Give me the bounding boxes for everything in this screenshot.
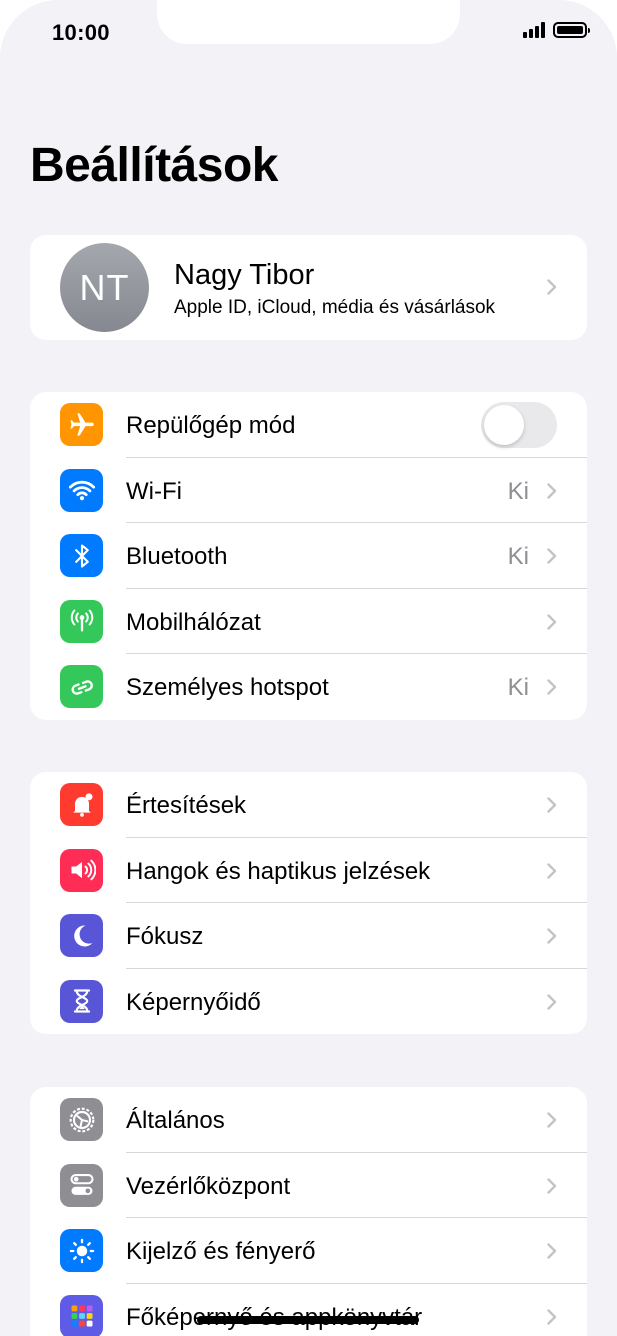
settings-row-label: Mobilhálózat: [126, 608, 261, 636]
settings-row-control-center[interactable]: Vezérlőközpont: [30, 1153, 587, 1219]
settings-row-label: Vezérlőközpont: [126, 1172, 291, 1200]
hourglass-icon: [60, 979, 103, 1023]
apple-id-profile-row[interactable]: NT Nagy Tibor Apple ID, iCloud, média és…: [30, 235, 587, 340]
device-notch: [157, 0, 460, 44]
chevron-right-icon: [547, 614, 557, 630]
airplane-mode-toggle[interactable]: [481, 402, 557, 448]
settings-row-label: Értesítések: [126, 792, 247, 819]
settings-screen: 10:00 Beállítások NT Nagy Tibor Apple ID…: [0, 0, 617, 1336]
settings-row-home-screen-app-library[interactable]: Főképernyő és appkönyvtár: [30, 1284, 587, 1336]
notifications-group: Értesítések Hangok és haptikus jelzések …: [30, 772, 587, 1034]
settings-row-general[interactable]: Általános: [30, 1087, 587, 1153]
gear-icon: [60, 1098, 103, 1141]
chevron-right-icon: [547, 679, 557, 696]
connectivity-group: Repülőgép mód Wi-Fi Ki Bluetooth Ki Mobi…: [30, 392, 587, 720]
settings-row-label: Wi-Fi: [126, 477, 182, 505]
chevron-right-icon: [547, 1112, 557, 1128]
settings-row-value: Ki: [507, 674, 529, 702]
settings-row-label: Személyes hotspot: [126, 674, 329, 702]
speaker-icon: [60, 848, 103, 892]
settings-row-label: Képernyőidő: [126, 988, 261, 1016]
chevron-right-icon: [547, 928, 557, 944]
moon-icon: [60, 914, 103, 958]
settings-row-focus[interactable]: Fókusz: [30, 903, 587, 969]
sun-icon: [60, 1229, 103, 1273]
settings-row-wifi[interactable]: Wi-Fi Ki: [30, 458, 587, 524]
bluetooth-icon: [60, 534, 103, 578]
app-grid-icon: [60, 1294, 103, 1336]
profile-subtitle: Apple ID, iCloud, média és vásárlások: [174, 297, 496, 318]
avatar: NT: [60, 243, 149, 332]
bell-icon: [60, 783, 103, 826]
settings-row-value: Ki: [507, 477, 529, 505]
home-indicator[interactable]: [197, 1316, 419, 1324]
settings-row-label: Kijelző és fényerő: [126, 1238, 316, 1266]
settings-row-airplane-mode[interactable]: Repülőgép mód: [30, 392, 587, 458]
airplane-icon: [60, 403, 103, 446]
chevron-right-icon: [547, 994, 557, 1010]
chevron-right-icon: [547, 279, 557, 295]
chevron-right-icon: [547, 862, 557, 879]
chevron-right-icon: [547, 1243, 557, 1259]
settings-row-notifications[interactable]: Értesítések: [30, 772, 587, 838]
settings-row-label: Repülőgép mód: [126, 412, 296, 439]
settings-row-label: Fókusz: [126, 923, 204, 951]
general-group: Általános Vezérlőközpont Kijelző és fény…: [30, 1087, 587, 1336]
settings-row-label: Általános: [126, 1107, 225, 1134]
chevron-right-icon: [547, 1309, 557, 1325]
settings-row-display-brightness[interactable]: Kijelző és fényerő: [30, 1218, 587, 1284]
chevron-right-icon: [547, 548, 557, 564]
settings-row-bluetooth[interactable]: Bluetooth Ki: [30, 523, 587, 589]
settings-row-personal-hotspot[interactable]: Személyes hotspot Ki: [30, 654, 587, 720]
settings-row-value: Ki: [507, 543, 529, 571]
chevron-right-icon: [547, 797, 557, 813]
cellular-signal-icon: [523, 22, 545, 38]
settings-row-cellular[interactable]: Mobilhálózat: [30, 589, 587, 655]
wifi-icon: [60, 468, 103, 512]
status-time: 10:00: [52, 20, 110, 45]
switches-icon: [60, 1163, 103, 1207]
settings-row-screen-time[interactable]: Képernyőidő: [30, 969, 587, 1034]
settings-row-label: Hangok és haptikus jelzések: [126, 857, 431, 885]
status-icons: [523, 22, 590, 38]
settings-row-label: Bluetooth: [126, 543, 228, 571]
settings-row-sounds-haptics[interactable]: Hangok és haptikus jelzések: [30, 838, 587, 904]
chevron-right-icon: [547, 1177, 557, 1194]
page-title: Beállítások: [30, 139, 278, 192]
profile-name: Nagy Tibor: [174, 259, 315, 291]
battery-icon: [553, 22, 590, 38]
antenna-icon: [60, 599, 103, 643]
hotspot-link-icon: [60, 665, 103, 709]
chevron-right-icon: [547, 482, 557, 499]
